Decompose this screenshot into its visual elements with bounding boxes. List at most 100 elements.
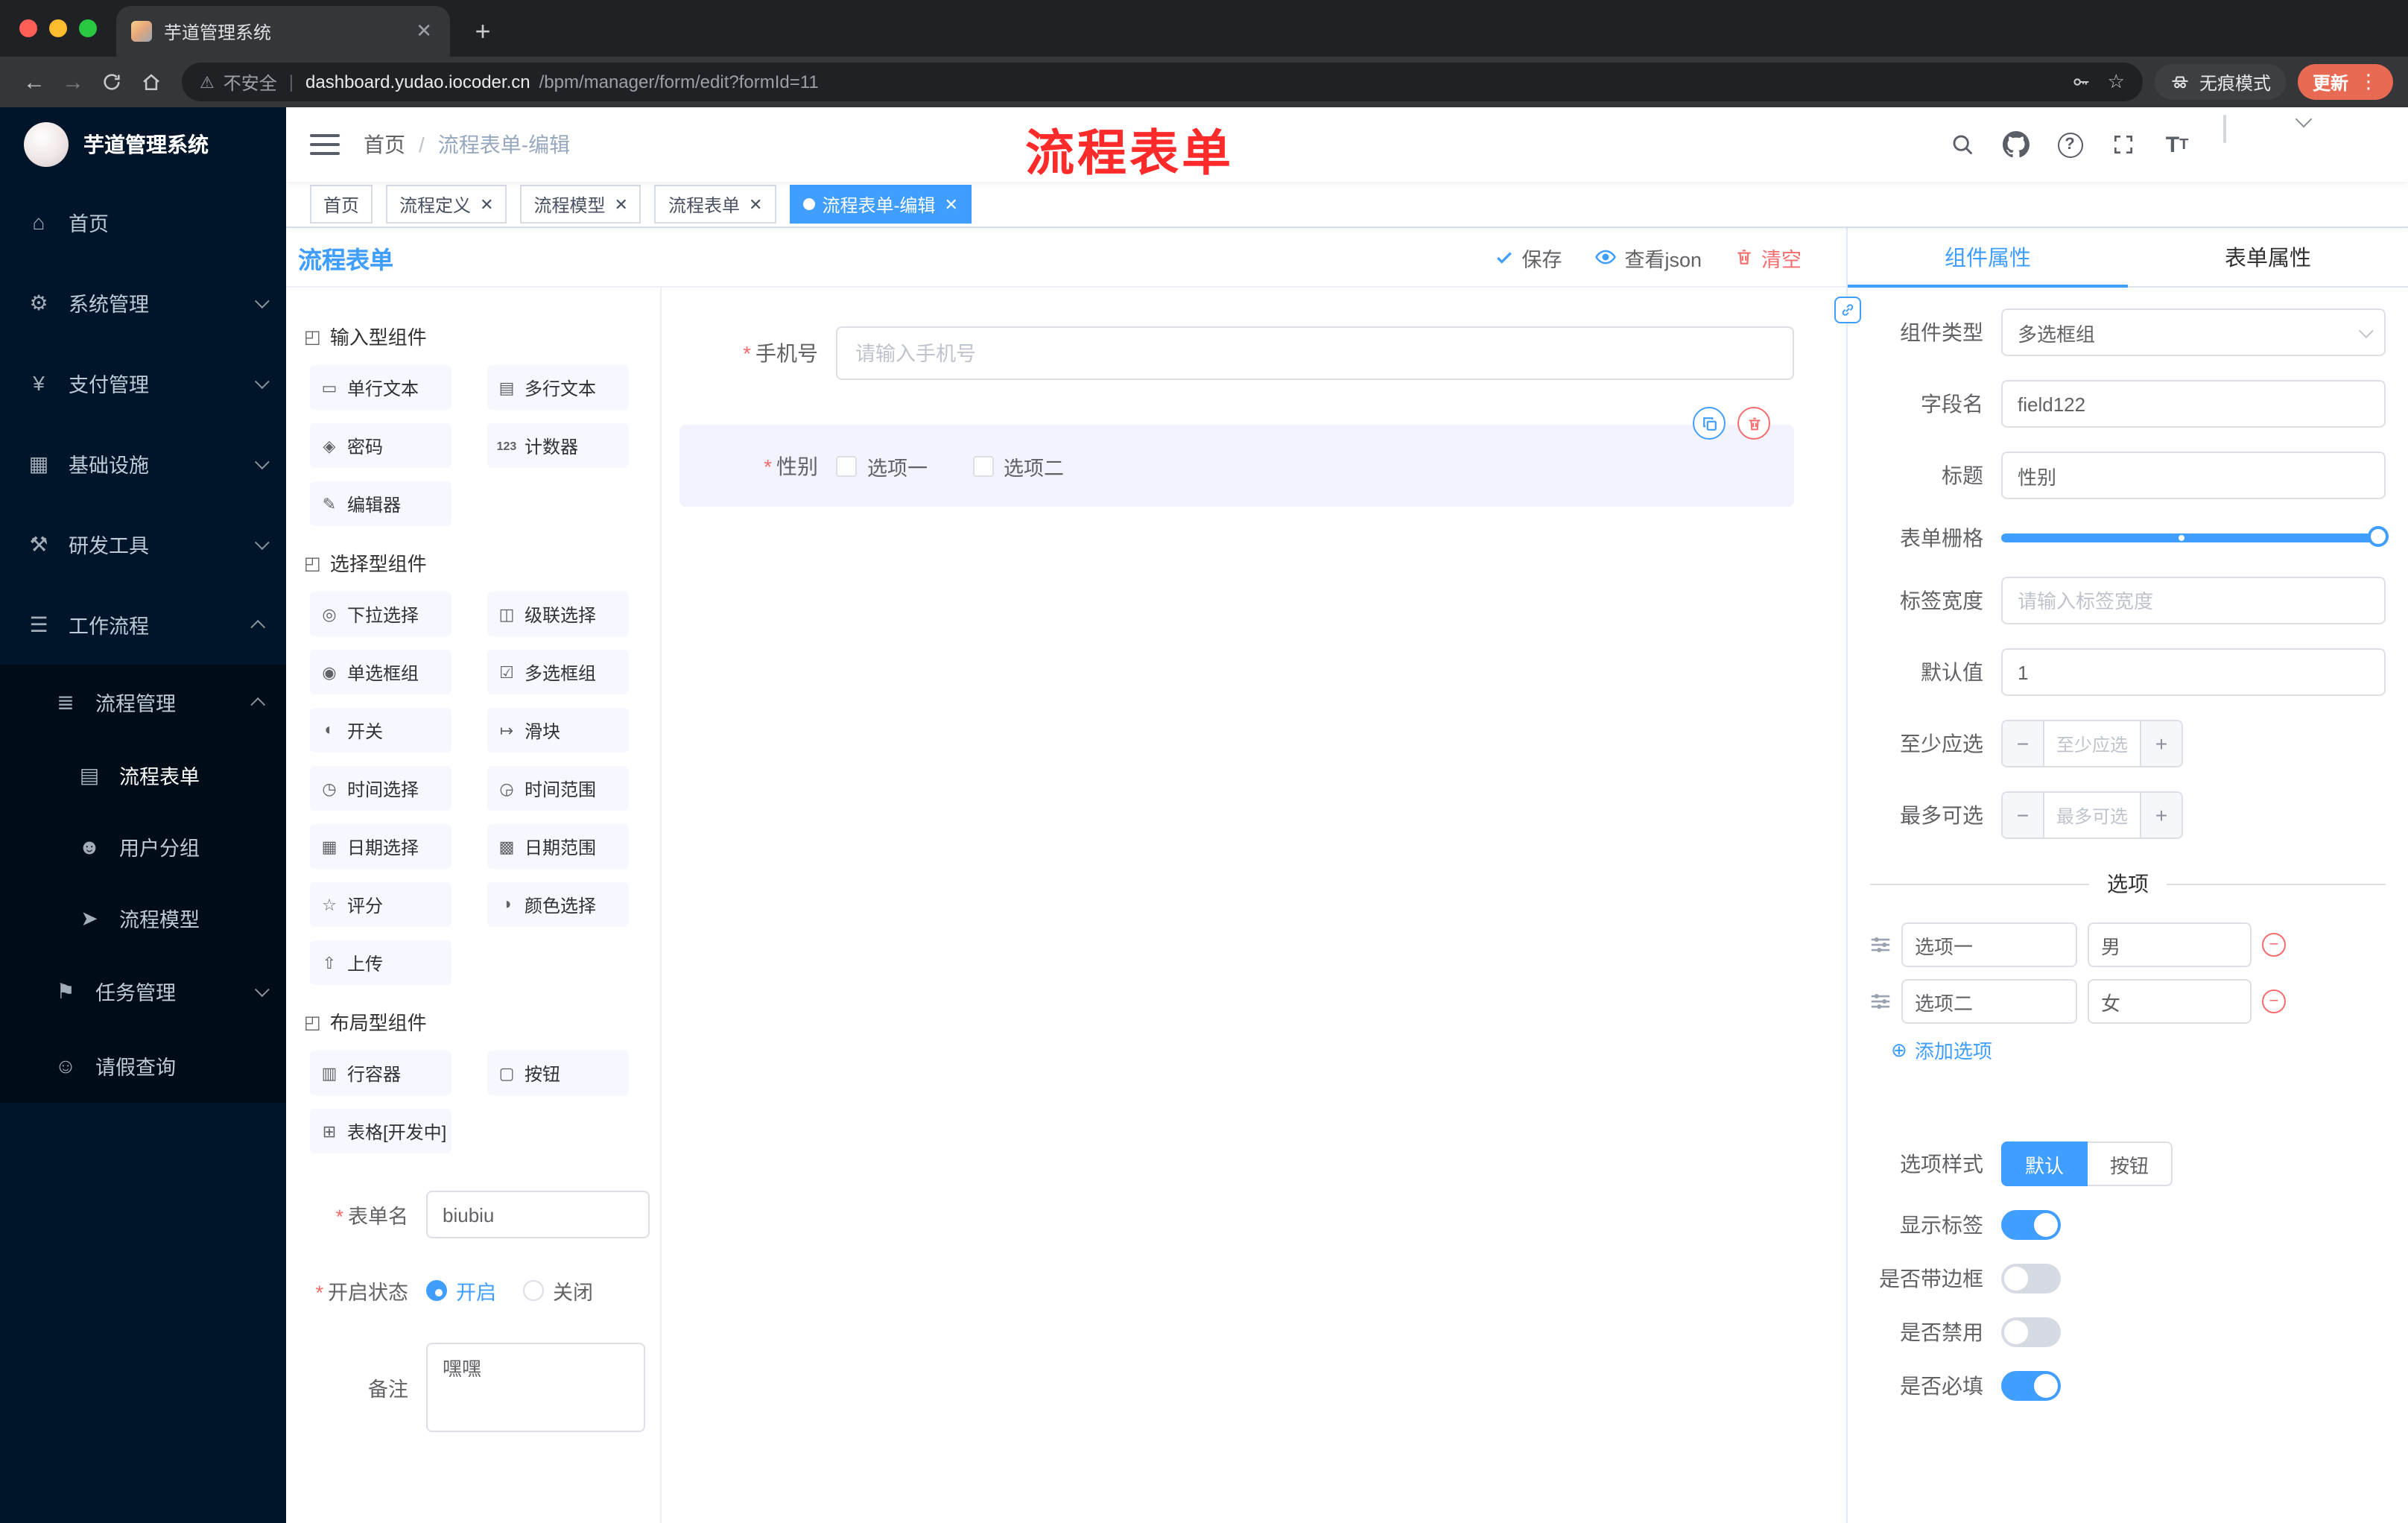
component-radio-group[interactable]: ◉ 单选框组 [310,650,452,694]
sidebar-item-process-model[interactable]: ➤ 流程模型 [0,882,286,954]
grid-slider[interactable] [2001,526,2389,547]
user-avatar[interactable] [2223,110,2313,173]
sidebar-item-process-mgmt[interactable]: ≣ 流程管理 [0,665,286,739]
search-icon[interactable] [1946,128,1979,161]
max-select-value[interactable]: 最多可选 [2044,793,2140,838]
sidebar-item-system[interactable]: ⚙ 系统管理 [0,262,286,343]
component-rate[interactable]: ☆ 评分 [310,882,452,927]
panel-link-button[interactable] [1834,297,1861,323]
component-date-range[interactable]: ▩ 日期范围 [487,824,629,869]
checkbox-box[interactable] [972,455,993,476]
new-tab-button[interactable]: + [462,10,504,52]
delete-field-button[interactable] [1737,407,1770,440]
plus-button[interactable]: + [2140,793,2182,838]
address-bar[interactable]: ⚠ 不安全 | dashboard.yudao.iocoder.cn/bpm/m… [182,63,2143,101]
component-slider[interactable]: ↦ 滑块 [487,708,629,753]
window-zoom-button[interactable] [79,19,97,37]
breadcrumb-home[interactable]: 首页 [364,130,405,159]
label-width-input[interactable] [2001,577,2386,624]
tag-home[interactable]: 首页 [310,185,373,224]
home-button[interactable] [131,63,170,101]
sidebar-item-infra[interactable]: ▦ 基础设施 [0,423,286,504]
tab-close-icon[interactable]: ✕ [413,19,435,43]
required-toggle[interactable] [2001,1371,2061,1401]
sidebar-item-workflow[interactable]: ☰ 工作流程 [0,584,286,665]
tag-process-form-edit[interactable]: 流程表单-编辑 ✕ [789,185,972,224]
phone-input[interactable] [836,326,1794,380]
tag-close-icon[interactable]: ✕ [749,194,762,214]
remove-option-button[interactable]: − [2262,933,2286,957]
github-icon[interactable] [2000,128,2032,161]
add-option-button[interactable]: ⊕ 添加选项 [1891,1036,2386,1064]
component-time-range[interactable]: ◶ 时间范围 [487,766,629,811]
checkbox-box[interactable] [836,455,857,476]
save-button[interactable]: 保存 [1495,242,1562,272]
tag-close-icon[interactable]: ✕ [944,194,957,214]
option-value-input[interactable] [2088,922,2252,967]
slider-handle[interactable] [2368,526,2389,547]
component-password[interactable]: ◈ 密码 [310,423,452,468]
field-gender-selected[interactable]: * 性别 选项一 选项二 [679,407,1794,507]
browser-tab[interactable]: 芋道管理系统 ✕ [116,6,450,57]
sidebar-item-process-form[interactable]: ▤ 流程表单 [0,739,286,811]
tag-process-definition[interactable]: 流程定义 ✕ [386,185,507,224]
browser-update-button[interactable]: 更新 ⋮ [2297,64,2393,100]
tag-close-icon[interactable]: ✕ [615,194,628,214]
component-switch[interactable]: ◐ 开关 [310,708,452,753]
border-toggle[interactable] [2001,1264,2061,1294]
window-close-button[interactable] [19,19,37,37]
component-multi-line-text[interactable]: ▤ 多行文本 [487,365,629,410]
status-radio-off[interactable]: 关闭 [523,1276,593,1305]
sidebar-item-user-group[interactable]: ☻ 用户分组 [0,811,286,882]
font-size-icon[interactable]: TT [2161,128,2193,161]
component-cascader[interactable]: ◫ 级联选择 [487,592,629,636]
component-row-container[interactable]: ▥ 行容器 [310,1051,452,1095]
component-color-picker[interactable]: ◑ 颜色选择 [487,882,629,927]
forward-button[interactable]: → [54,63,92,101]
tag-close-icon[interactable]: ✕ [480,194,493,214]
disabled-toggle[interactable] [2001,1317,2061,1347]
show-label-toggle[interactable] [2001,1210,2061,1240]
component-select[interactable]: ◎ 下拉选择 [310,592,452,636]
sidebar-item-leave-query[interactable]: ☺ 请假查询 [0,1028,286,1103]
option-label-input[interactable] [1901,979,2077,1024]
tag-process-model[interactable]: 流程模型 ✕ [520,185,641,224]
help-icon[interactable]: ? [2053,128,2086,161]
fullscreen-icon[interactable] [2107,128,2140,161]
avatar-dropdown-caret[interactable] [2295,110,2313,128]
tab-component-props[interactable]: 组件属性 [1848,228,2128,288]
form-remark-textarea[interactable]: 嘿嘿 [426,1343,645,1432]
sidebar-logo[interactable]: 芋道管理系统 [0,107,286,182]
back-button[interactable]: ← [15,63,54,101]
component-upload[interactable]: ⇧ 上传 [310,940,452,985]
sidebar-toggle-icon[interactable] [310,134,340,155]
option-label-input[interactable] [1901,922,2077,967]
component-type-select[interactable]: 多选框组 [2001,308,2386,356]
plus-button[interactable]: + [2140,721,2182,766]
view-json-button[interactable]: 查看json [1594,242,1702,272]
component-time-picker[interactable]: ◷ 时间选择 [310,766,452,811]
component-date-picker[interactable]: ▦ 日期选择 [310,824,452,869]
component-counter[interactable]: 123 计数器 [487,423,629,468]
min-select-value[interactable]: 至少应选 [2044,721,2140,766]
drawing-board[interactable]: * 手机号 请输入手机号 * 性别 选项一 选项二 [662,288,1846,1523]
checkbox-option-1[interactable]: 选项一 [836,451,928,481]
password-key-icon[interactable] [2072,72,2093,92]
clear-button[interactable]: 清空 [1734,242,1802,272]
reload-button[interactable] [92,63,131,101]
sidebar-item-devtools[interactable]: ⚒ 研发工具 [0,504,286,584]
component-button[interactable]: ▢ 按钮 [487,1051,629,1095]
status-radio-on[interactable]: 开启 [426,1276,496,1305]
component-single-line-text[interactable]: ▭ 单行文本 [310,365,452,410]
drag-handle-icon[interactable] [1870,934,1891,955]
form-name-input[interactable] [426,1191,650,1238]
title-input[interactable] [2001,452,2386,499]
drag-handle-icon[interactable] [1870,991,1891,1012]
remove-option-button[interactable]: − [2262,990,2286,1013]
sidebar-item-home[interactable]: ⌂ 首页 [0,182,286,262]
style-button-button[interactable]: 按钮 [2088,1142,2173,1186]
option-value-input[interactable] [2088,979,2252,1024]
window-minimize-button[interactable] [49,19,67,37]
minus-button[interactable]: − [2003,793,2044,838]
sidebar-item-task-mgmt[interactable]: ⚑ 任务管理 [0,954,286,1028]
